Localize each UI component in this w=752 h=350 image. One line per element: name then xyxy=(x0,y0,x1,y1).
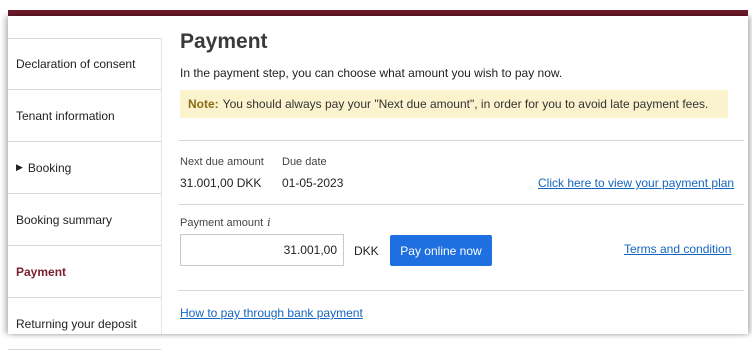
payment-amount-label: Payment amount i xyxy=(180,216,271,229)
divider xyxy=(178,290,744,291)
sidebar-item-booking-summary[interactable]: Booking summary xyxy=(8,194,161,246)
note-banner: Note: You should always pay your "Next d… xyxy=(180,90,728,118)
triangle-right-icon: ▶ xyxy=(16,162,23,172)
page-subtitle: In the payment step, you can choose what… xyxy=(180,66,563,80)
terms-and-condition-link[interactable]: Terms and condition xyxy=(624,242,731,256)
sidebar-item-payment[interactable]: Payment xyxy=(8,246,161,298)
sidebar-item-label: Tenant information xyxy=(16,108,115,123)
page-title: Payment xyxy=(180,30,268,53)
due-date-label: Due date xyxy=(282,156,327,168)
steps-sidebar: Declaration of consent Tenant informatio… xyxy=(8,38,162,350)
bank-payment-link[interactable]: How to pay through bank payment xyxy=(180,306,363,320)
pay-online-now-button[interactable]: Pay online now xyxy=(390,235,492,266)
next-due-amount-label: Next due amount xyxy=(180,156,264,168)
sidebar-item-returning-your-deposit[interactable]: Returning your deposit xyxy=(8,298,161,350)
payment-main: Payment In the payment step, you can cho… xyxy=(178,16,748,334)
payment-amount-label-text: Payment amount xyxy=(180,217,264,229)
note-label: Note: xyxy=(188,97,219,111)
next-due-amount-value: 31.001,00 DKK xyxy=(180,176,262,190)
sidebar-item-label: Booking xyxy=(27,160,72,175)
payment-page: Declaration of consent Tenant informatio… xyxy=(8,16,748,350)
sidebar-item-label: Returning your deposit xyxy=(16,316,137,331)
sidebar-item-label: Payment xyxy=(16,264,67,279)
sidebar-item-declaration-of-consent[interactable]: Declaration of consent xyxy=(8,38,161,90)
divider xyxy=(178,204,744,205)
info-icon[interactable]: i xyxy=(267,216,271,229)
payment-amount-input[interactable] xyxy=(180,234,344,266)
sidebar-item-label: Booking summary xyxy=(16,212,113,227)
view-payment-plan-link[interactable]: Click here to view your payment plan xyxy=(538,176,734,190)
sidebar-item-label: Declaration of consent xyxy=(16,57,136,71)
note-text: You should always pay your "Next due amo… xyxy=(222,97,709,111)
due-date-value: 01-05-2023 xyxy=(282,176,344,190)
currency-label: DKK xyxy=(354,244,379,258)
sidebar-item-tenant-information[interactable]: Tenant information xyxy=(8,90,161,142)
divider xyxy=(178,140,744,141)
sidebar-item-booking[interactable]: ▶ Booking xyxy=(8,142,161,194)
